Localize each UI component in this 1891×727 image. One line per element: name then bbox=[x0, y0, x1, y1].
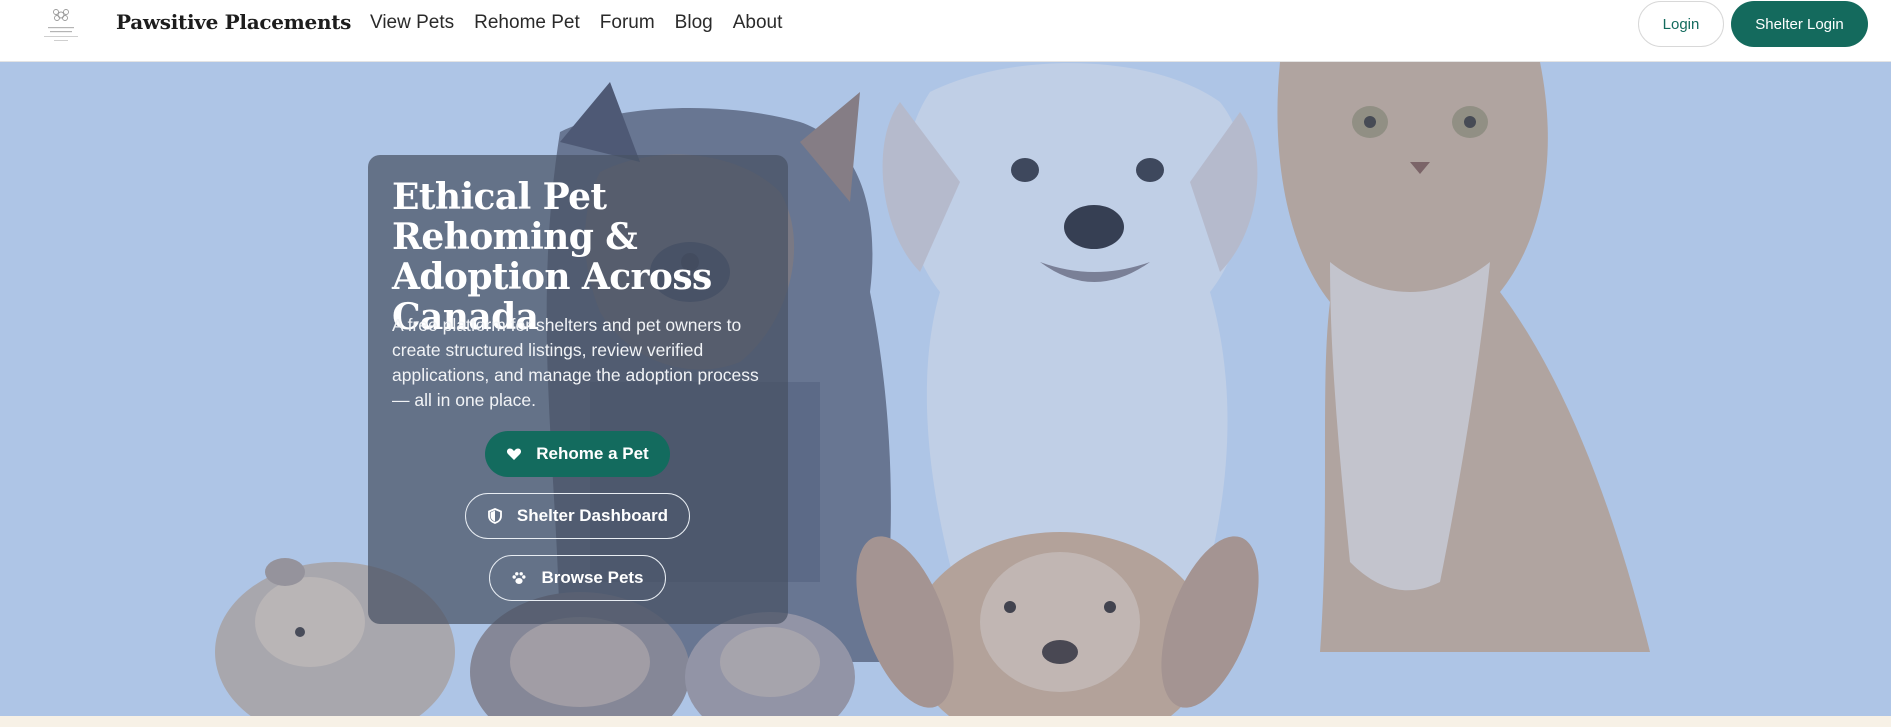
heart-icon bbox=[507, 448, 522, 460]
browse-pets-label: Browse Pets bbox=[541, 568, 644, 587]
nav-link-rehome-pet[interactable]: Rehome Pet bbox=[474, 12, 580, 34]
nav-link-blog[interactable]: Blog bbox=[675, 12, 713, 34]
shelter-dashboard-button[interactable]: Shelter Dashboard bbox=[465, 493, 690, 539]
brand-logo[interactable] bbox=[36, 3, 86, 45]
nav-link-forum[interactable]: Forum bbox=[600, 12, 655, 34]
nav-link-view-pets[interactable]: View Pets bbox=[370, 12, 454, 34]
shield-icon bbox=[488, 508, 502, 524]
browse-pets-button[interactable]: Browse Pets bbox=[489, 555, 666, 601]
next-section-edge bbox=[0, 716, 1891, 727]
hero-card: Ethical Pet Rehoming & Adoption Across C… bbox=[368, 155, 788, 624]
rehome-pet-label: Rehome a Pet bbox=[536, 444, 649, 463]
rehome-pet-button[interactable]: Rehome a Pet bbox=[485, 431, 670, 477]
login-button[interactable]: Login bbox=[1638, 1, 1724, 47]
nav-link-about[interactable]: About bbox=[733, 12, 783, 34]
top-navigation: Pawsitive Placements View Pets Rehome Pe… bbox=[0, 0, 1891, 62]
shelter-dashboard-label: Shelter Dashboard bbox=[516, 506, 669, 525]
hero-pets-photo bbox=[0, 62, 1891, 716]
hero-section: Ethical Pet Rehoming & Adoption Across C… bbox=[0, 62, 1891, 716]
hero-description: A free platform for shelters and pet own… bbox=[392, 315, 759, 410]
paw-icon bbox=[512, 572, 526, 584]
main-menu: View Pets Rehome Pet Forum Blog About bbox=[370, 12, 782, 34]
shelter-login-button[interactable]: Shelter Login bbox=[1731, 1, 1868, 47]
brand-name[interactable]: Pawsitive Placements bbox=[116, 10, 351, 34]
